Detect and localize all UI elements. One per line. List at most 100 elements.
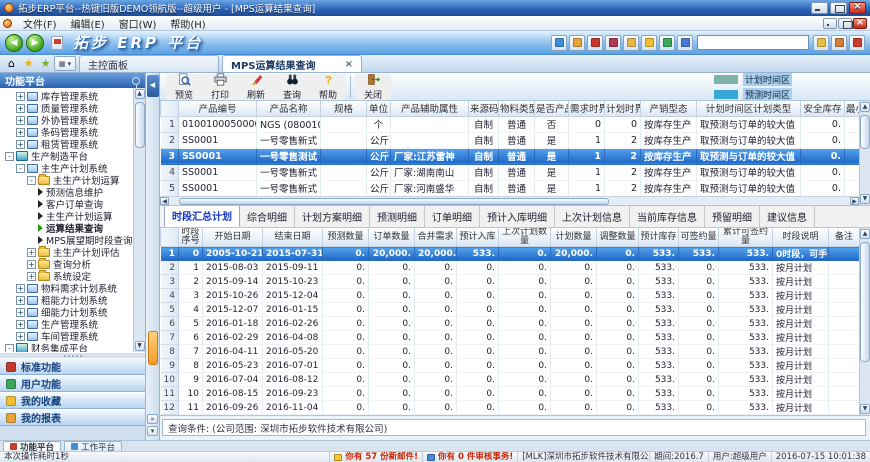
tree-expand-icon[interactable]: + <box>27 260 36 269</box>
tree-expand-icon[interactable]: - <box>27 176 36 185</box>
column-header[interactable]: 备注 <box>829 228 860 247</box>
close-view-button[interactable]: 关闭 <box>355 74 391 100</box>
column-header[interactable]: 需求时界 <box>569 101 605 116</box>
detail-tab[interactable]: 建议信息 <box>760 206 815 227</box>
detail-tab[interactable]: 预留明细 <box>705 206 760 227</box>
detail-tab[interactable]: 预计入库明细 <box>480 206 555 227</box>
query-button[interactable]: 查询 <box>274 74 310 100</box>
maximize-button[interactable] <box>830 2 847 14</box>
column-header[interactable]: 合并需求 <box>415 228 457 247</box>
table-row[interactable]: 2SS0001一号零售新式公斤自制普通是12按库存生产取预测与订单的较大值0. <box>161 132 860 148</box>
add-favorite-icon[interactable]: ★ <box>37 55 54 71</box>
column-header[interactable]: 开始日期 <box>203 228 263 247</box>
print-button[interactable]: 打印 <box>202 74 238 100</box>
tree-item[interactable]: -生产制造平台 <box>3 150 132 162</box>
column-header[interactable]: 预计入库 <box>457 228 499 247</box>
tree-expand-icon[interactable]: + <box>27 248 36 257</box>
close-button[interactable] <box>849 2 866 14</box>
exit-button[interactable] <box>849 35 865 51</box>
column-header[interactable]: 时段说明 <box>773 228 829 247</box>
status-mail[interactable]: 你有 57 份新邮件! <box>330 452 423 462</box>
column-header[interactable]: 预测数量 <box>323 228 369 247</box>
tree-expand-icon[interactable]: + <box>16 308 25 317</box>
refresh-button[interactable]: 刷新 <box>238 74 274 100</box>
table-row[interactable]: 12112016-09-262016-11-040.0.0.0.0.0.0.53… <box>161 401 860 415</box>
scroll-up-icon[interactable]: ▲ <box>135 89 145 99</box>
column-header[interactable]: 结束日期 <box>263 228 323 247</box>
column-header[interactable]: 是否产品 <box>535 101 569 116</box>
tree-scrollbar[interactable]: ▲ ▼ <box>133 88 145 352</box>
menu-item[interactable]: 窗口(W) <box>112 16 164 31</box>
table-row[interactable]: 4SS0001一号零售新式公斤厂家:湖南南山自制普通是12按库存生产取预测与订单… <box>161 164 860 180</box>
detail-tab[interactable]: 预测明细 <box>370 206 425 227</box>
tree-item[interactable]: +车间管理系统 <box>3 330 132 342</box>
column-header[interactable]: 可签约量 <box>679 228 719 247</box>
scroll-up-icon[interactable]: ▲ <box>860 229 870 239</box>
expand-panel-icon[interactable]: » <box>147 414 158 424</box>
document-tab[interactable]: MPS运算结果查询× <box>222 55 362 72</box>
tree-item[interactable]: -主生产计划系统 <box>3 162 132 174</box>
vscroll-thumb[interactable] <box>860 242 870 362</box>
column-header[interactable]: 计划数量 <box>551 228 597 247</box>
detail-tab[interactable]: 计划方案明细 <box>295 206 370 227</box>
tree-item[interactable]: 客户订单查询 <box>3 198 132 210</box>
tab-close-icon[interactable]: × <box>335 59 353 70</box>
product-vscrollbar[interactable]: ▲ ▼ <box>859 101 870 205</box>
scroll-thumb[interactable] <box>135 102 145 148</box>
tree-expand-icon[interactable]: + <box>16 296 25 305</box>
table-row[interactable]: 10100100050000NGS (080010005蓝色鼠标个自制普通否00… <box>161 116 860 132</box>
tree-item[interactable]: +主生产计划评估 <box>3 246 132 258</box>
clock-button[interactable] <box>677 35 693 51</box>
tree-item[interactable]: 主生产计划运算 <box>3 210 132 222</box>
table-row[interactable]: 212015-08-032015-09-110.0.0.0.0.0.0.533.… <box>161 261 860 275</box>
monitor-button[interactable] <box>659 35 675 51</box>
column-header[interactable]: 来源码 <box>469 101 499 116</box>
address-book-button[interactable] <box>587 35 603 51</box>
tree-item[interactable]: -主生产计划运算 <box>3 174 132 186</box>
table-row[interactable]: 322015-09-142015-10-230.0.0.0.0.0.0.533.… <box>161 275 860 289</box>
tree-expand-icon[interactable]: + <box>16 128 25 137</box>
tree-item[interactable]: +细能力计划系统 <box>3 306 132 318</box>
table-row[interactable]: 872016-04-112016-05-200.0.0.0.0.0.0.533.… <box>161 345 860 359</box>
table-row[interactable]: 432015-10-262015-12-040.0.0.0.0.0.0.533.… <box>161 289 860 303</box>
detail-tab[interactable]: 综合明细 <box>240 206 295 227</box>
tree-item[interactable]: -财务集成平台 <box>3 342 132 352</box>
table-row[interactable]: 102005-10-212015-07-310.20,000.20,000.53… <box>161 247 860 261</box>
column-header[interactable]: 产品编号 <box>179 101 257 116</box>
tree-item[interactable]: +粗能力计划系统 <box>3 294 132 306</box>
column-header[interactable]: 计划时间区计划类型 <box>697 101 801 116</box>
column-header[interactable]: 上次计划数量 <box>499 228 551 247</box>
column-header[interactable]: 预计库存 <box>639 228 679 247</box>
scroll-down-icon[interactable]: ▼ <box>135 341 145 351</box>
column-header[interactable]: 时段序号 <box>179 228 203 247</box>
add-folder-button[interactable] <box>623 35 639 51</box>
mdi-close-button[interactable] <box>853 18 867 29</box>
accordion-org-chart[interactable]: 标准功能 <box>0 358 145 375</box>
tree-item[interactable]: MPS展望期时段查询 <box>3 234 132 246</box>
bottom-tab[interactable]: 功能平台 <box>3 441 61 452</box>
scroll-left-icon[interactable]: ◀ <box>160 197 169 205</box>
help-button[interactable]: ?帮助 <box>310 74 346 100</box>
detail-tab[interactable]: 时段汇总计划 <box>164 204 240 227</box>
column-header[interactable]: 订单数量 <box>369 228 415 247</box>
accordion-star[interactable]: 我的收藏 <box>0 392 145 409</box>
tab-list-dropdown[interactable]: ▦ ▾ <box>54 56 76 71</box>
collapse-panel-icon[interactable]: ◀ <box>147 75 159 97</box>
column-header[interactable]: 产品名称 <box>257 101 321 116</box>
column-header[interactable]: 产销型态 <box>641 101 697 116</box>
column-header[interactable]: 物料类型 <box>499 101 535 116</box>
minimize-button[interactable] <box>811 2 828 14</box>
bottom-tab[interactable]: 工作平台 <box>64 441 122 452</box>
pin-icon[interactable] <box>132 77 140 85</box>
scroll-right-icon[interactable]: ▶ <box>850 197 859 205</box>
preview-button[interactable]: 预览 <box>166 74 202 100</box>
tree-expand-icon[interactable]: + <box>16 140 25 149</box>
detail-tab[interactable]: 订单明细 <box>425 206 480 227</box>
column-header[interactable]: 计划时界 <box>605 101 641 116</box>
back-button[interactable]: ◀ <box>5 34 23 52</box>
column-header[interactable]: 规格 <box>321 101 367 116</box>
home-icon[interactable]: ⌂ <box>3 55 20 71</box>
panel-menu-icon[interactable]: ▾ <box>147 426 158 436</box>
org-chart-button[interactable] <box>605 35 621 51</box>
column-header[interactable]: 单位 <box>367 101 391 116</box>
